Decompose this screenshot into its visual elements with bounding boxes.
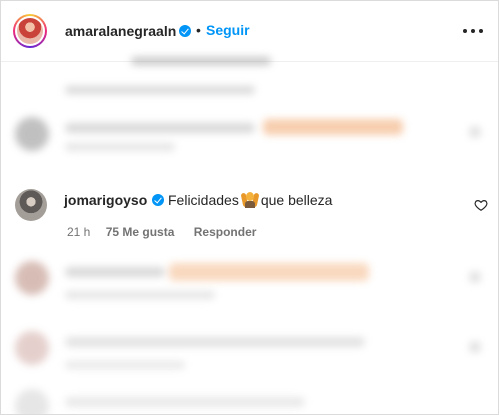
follow-button[interactable]: Seguir <box>206 21 250 39</box>
reply-button[interactable]: Responder <box>194 225 257 239</box>
comment-text-part: Felicidades <box>168 192 239 208</box>
commenter-username[interactable]: jomarigoyso <box>64 192 147 208</box>
comment-item: jomarigoyso Felicidades que belleza 21 h … <box>1 181 498 251</box>
blurred-comment <box>1 253 498 303</box>
verified-badge-icon <box>152 194 164 206</box>
comment-meta: 21 h 75 Me gusta Responder <box>67 225 256 239</box>
comment-time[interactable]: 21 h <box>67 225 90 239</box>
heart-outline-icon[interactable] <box>474 198 488 212</box>
blurred-comment <box>1 109 498 154</box>
blurred-comment <box>1 76 498 106</box>
separator-dot: • <box>196 22 201 38</box>
author-avatar-photo <box>17 18 43 44</box>
blurred-comment <box>1 53 498 71</box>
more-options-icon[interactable] <box>463 23 483 39</box>
comment-text-part: que belleza <box>260 192 333 208</box>
commenter-avatar[interactable] <box>15 189 47 221</box>
raised-hands-emoji-icon <box>240 192 260 208</box>
post-comments-panel: amaralanegraaln • Seguir jomarigoyso Fel… <box>0 0 499 415</box>
verified-badge-icon <box>179 25 191 37</box>
author-username[interactable]: amaralanegraaln <box>65 23 176 39</box>
author-avatar[interactable] <box>13 14 47 48</box>
comment-text: Felicidades que belleza <box>168 192 332 208</box>
blurred-comment <box>1 323 498 373</box>
comment-likes[interactable]: 75 Me gusta <box>106 225 175 239</box>
blurred-comment <box>1 381 498 414</box>
